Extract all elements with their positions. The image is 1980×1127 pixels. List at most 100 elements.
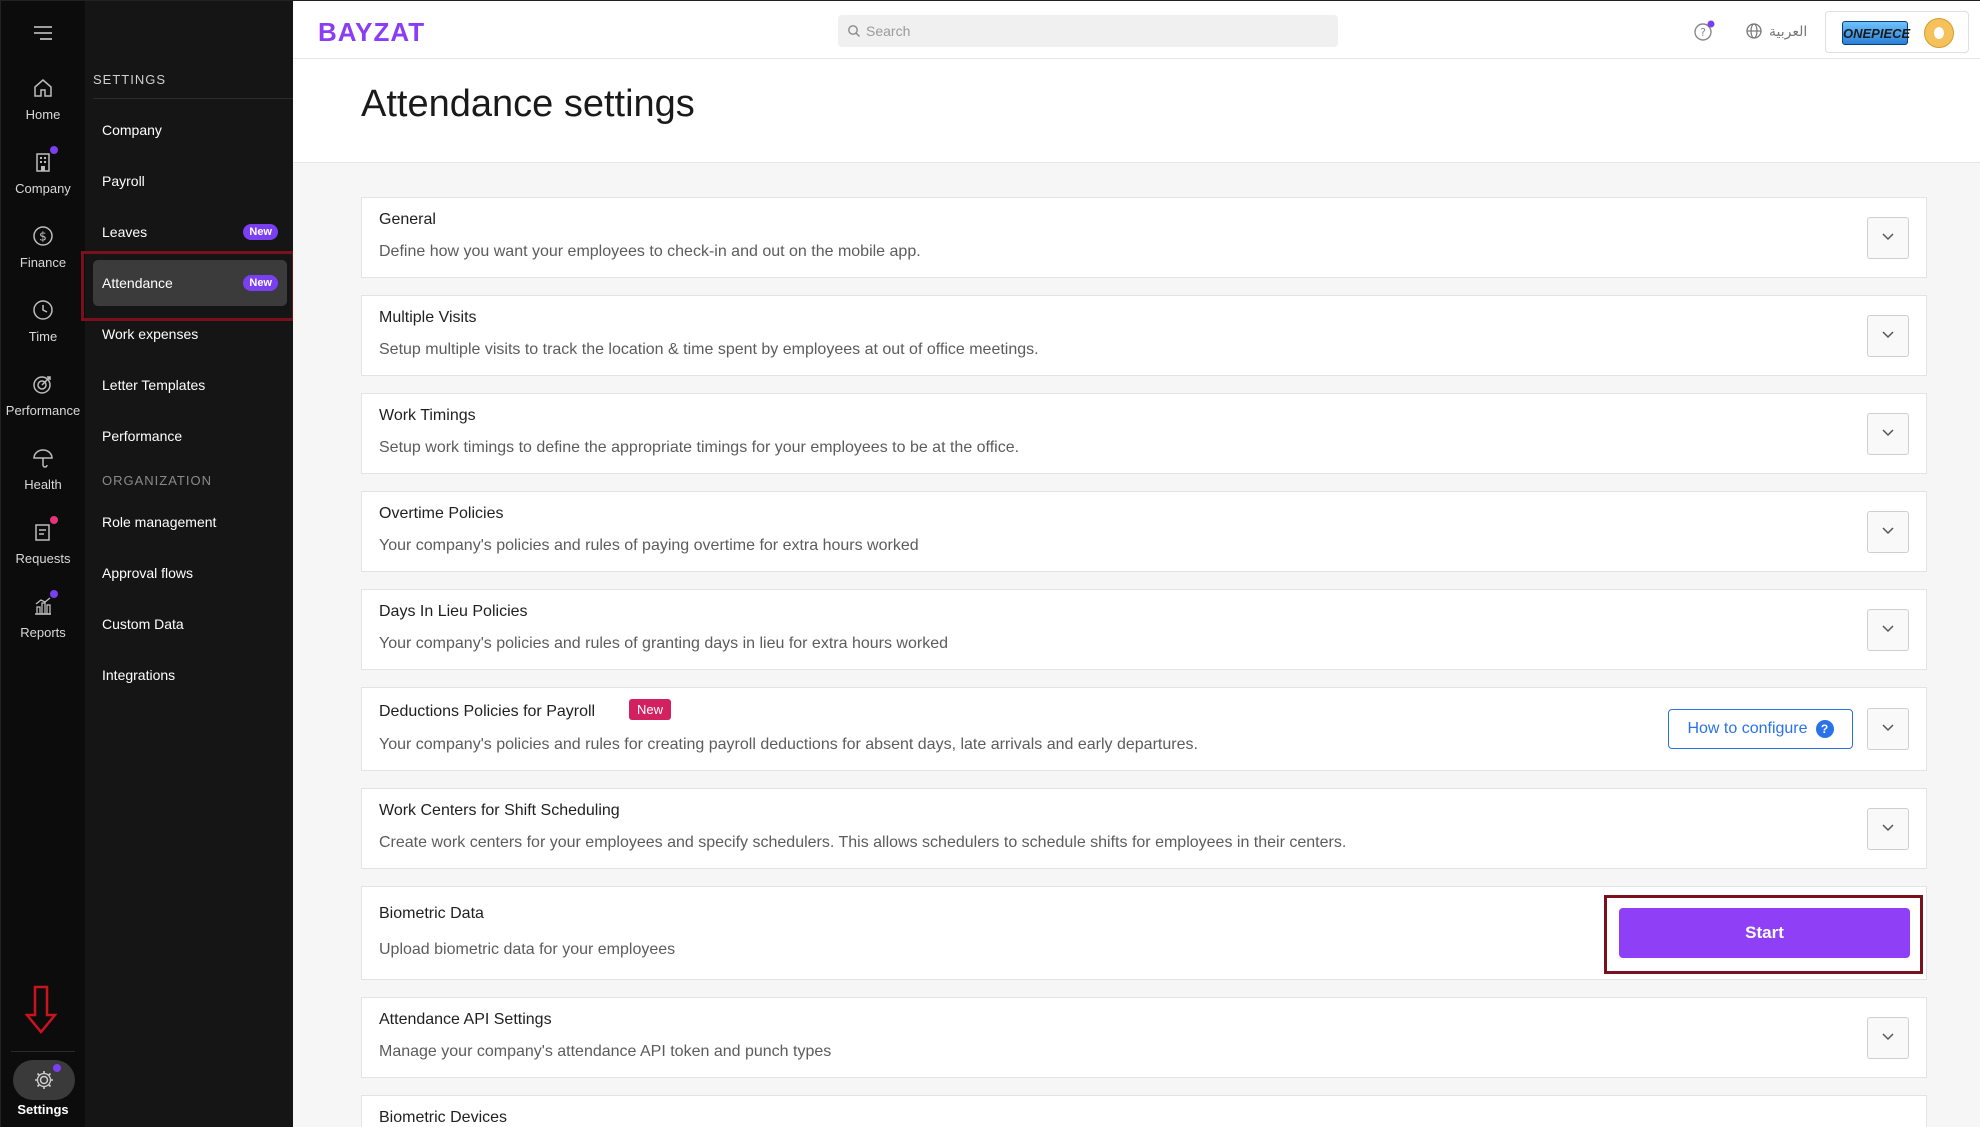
notification-dot — [50, 516, 58, 524]
chevron-down-icon — [1882, 1033, 1894, 1041]
nav-item-leaves[interactable]: Leaves New — [93, 209, 287, 255]
expand-button[interactable] — [1867, 413, 1909, 455]
rail-divider — [11, 1051, 75, 1052]
rail-item-company[interactable]: Company — [1, 146, 85, 196]
settings-card-overtime-policies: Overtime Policies Your company's policie… — [361, 491, 1927, 572]
card-description: Setup work timings to define the appropr… — [379, 439, 1020, 456]
nav-label: Approval flows — [102, 565, 194, 581]
button-label: How to configure — [1687, 720, 1808, 737]
dollar-icon: $ — [30, 223, 56, 249]
help-icon[interactable]: ? — [1693, 20, 1715, 42]
clock-icon — [30, 297, 56, 323]
chevron-down-icon — [1882, 527, 1894, 535]
company-logo: ONEPIECE — [1842, 21, 1910, 45]
expand-button[interactable] — [1867, 1017, 1909, 1059]
chevron-down-icon — [1882, 331, 1894, 339]
section-divider — [93, 98, 293, 99]
card-title: Attendance API Settings — [379, 1011, 552, 1028]
card-description: Create work centers for your employees a… — [379, 834, 1347, 851]
nav-label: Company — [102, 122, 162, 138]
page-title: Attendance settings — [361, 83, 695, 125]
card-title: Days In Lieu Policies — [379, 603, 528, 620]
nav-label: Leaves — [102, 224, 148, 240]
rail-item-finance[interactable]: $ Finance — [1, 223, 85, 270]
page-header: Attendance settings — [293, 59, 1980, 163]
rail-label-settings: Settings — [17, 1102, 69, 1117]
notification-dot — [50, 146, 58, 154]
expand-button[interactable] — [1867, 217, 1909, 259]
start-highlight-box — [1604, 895, 1923, 974]
nav-item-company[interactable]: Company — [93, 107, 287, 153]
rail-item-home[interactable]: Home — [1, 75, 85, 122]
building-icon — [30, 146, 58, 175]
nav-item-letter-templates[interactable]: Letter Templates — [93, 362, 287, 408]
rail-item-settings[interactable] — [13, 1060, 75, 1100]
rail-item-health[interactable]: Health — [1, 445, 85, 492]
card-description: Your company's policies and rules of pay… — [379, 537, 919, 554]
chevron-down-icon — [1882, 429, 1894, 437]
settings-card-days-in-lieu: Days In Lieu Policies Your company's pol… — [361, 589, 1927, 670]
settings-card-work-centers: Work Centers for Shift Scheduling Create… — [361, 788, 1927, 869]
card-description: Your company's policies and rules of gra… — [379, 635, 948, 652]
notification-dot — [53, 1064, 61, 1072]
nav-item-integrations[interactable]: Integrations — [93, 652, 287, 698]
menu-icon[interactable] — [31, 23, 55, 43]
search-bar[interactable] — [838, 15, 1338, 47]
svg-text:?: ? — [1700, 26, 1706, 39]
main-rail: Home Company $ Finance Time Performance … — [1, 1, 85, 1127]
nav-label: Integrations — [102, 667, 176, 683]
expand-button[interactable] — [1867, 708, 1909, 750]
nav-label: Work expenses — [102, 326, 199, 342]
expand-button[interactable] — [1867, 315, 1909, 357]
settings-card-biometric-devices: Biometric Devices — [361, 1095, 1927, 1127]
language-switch[interactable]: العربية — [1745, 20, 1807, 42]
company-profile-switcher[interactable]: ONEPIECE — [1825, 11, 1969, 53]
nav-item-custom-data[interactable]: Custom Data — [93, 601, 287, 647]
new-badge: New — [243, 224, 278, 240]
top-bar: BAYZAT ? العربية ONEPIECE — [293, 1, 1980, 59]
nav-item-approval-flows[interactable]: Approval flows — [93, 550, 287, 596]
search-input[interactable] — [866, 15, 1326, 47]
rail-item-reports[interactable]: Reports — [1, 590, 85, 640]
search-icon — [848, 25, 860, 37]
nav-item-performance[interactable]: Performance — [93, 413, 287, 459]
settings-card-attendance-api: Attendance API Settings Manage your comp… — [361, 997, 1927, 1078]
svg-text:$: $ — [39, 230, 47, 244]
bayzat-logo[interactable]: BAYZAT — [318, 17, 425, 48]
rail-item-time[interactable]: Time — [1, 297, 85, 344]
chevron-down-icon — [1882, 724, 1894, 732]
rail-label: Health — [24, 477, 62, 492]
expand-button[interactable] — [1867, 808, 1909, 850]
new-tag: New — [629, 699, 672, 720]
rail-item-performance[interactable]: Performance — [1, 371, 85, 418]
settings-card-work-timings: Work Timings Setup work timings to defin… — [361, 393, 1927, 474]
umbrella-icon — [30, 445, 56, 471]
settings-sidebar: SETTINGS Company Payroll Leaves New Atten… — [85, 1, 293, 1127]
attendance-highlight-box — [81, 251, 295, 321]
nav-item-payroll[interactable]: Payroll — [93, 158, 287, 204]
chart-icon — [30, 590, 58, 619]
how-to-configure-button[interactable]: How to configure? — [1668, 709, 1853, 749]
settings-card-multiple-visits: Multiple Visits Setup multiple visits to… — [361, 295, 1927, 376]
nav-label: Custom Data — [102, 616, 184, 632]
card-description: Manage your company's attendance API tok… — [379, 1043, 832, 1060]
section-heading-settings: SETTINGS — [93, 72, 167, 87]
rail-item-requests[interactable]: Requests — [1, 516, 85, 566]
card-description: Setup multiple visits to track the locat… — [379, 341, 1039, 358]
card-description: Define how you want your employees to ch… — [379, 243, 921, 260]
language-label: العربية — [1769, 22, 1808, 39]
card-title: Biometric Data — [379, 905, 484, 922]
chevron-down-icon — [1882, 824, 1894, 832]
card-title: Multiple Visits — [379, 309, 477, 326]
nav-item-role-management[interactable]: Role management — [93, 499, 287, 545]
expand-button[interactable] — [1867, 511, 1909, 553]
globe-icon — [1746, 23, 1762, 39]
card-title: Overtime Policies — [379, 505, 504, 522]
card-description: Your company's policies and rules for cr… — [379, 736, 1198, 753]
home-icon — [30, 75, 56, 101]
nav-label: Payroll — [102, 173, 145, 189]
expand-button[interactable] — [1867, 609, 1909, 651]
gear-icon — [35, 1071, 53, 1089]
card-title: Deductions Policies for Payroll — [379, 703, 596, 720]
rail-label: Home — [25, 107, 61, 122]
